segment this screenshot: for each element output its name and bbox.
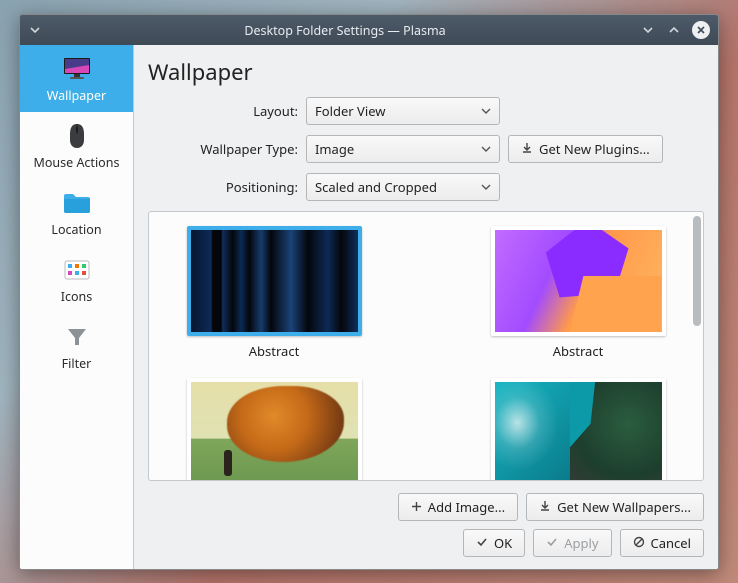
layout-label: Layout: — [148, 102, 298, 120]
wallpaper-item[interactable] — [167, 378, 381, 480]
chevron-down-icon — [481, 102, 491, 120]
wallpaper-thumbnail — [491, 378, 666, 480]
sidebar: Wallpaper Mouse Actions — [20, 45, 134, 569]
wallpaper-thumbnail — [491, 226, 666, 336]
wallpaper-caption: Abstract — [249, 342, 300, 360]
minimize-button[interactable] — [640, 22, 656, 38]
window-body: Wallpaper Mouse Actions — [20, 45, 718, 569]
window-buttons — [640, 21, 710, 39]
add-image-label: Add Image... — [428, 498, 505, 516]
positioning-label: Positioning: — [148, 178, 298, 196]
sidebar-item-filter[interactable]: Filter — [20, 313, 133, 380]
monitor-icon — [59, 55, 95, 83]
get-new-plugins-button[interactable]: Get New Plugins... — [508, 135, 663, 163]
settings-window: Desktop Folder Settings — Plasma — [19, 14, 719, 570]
icons-icon — [59, 256, 95, 284]
window-title: Desktop Folder Settings — Plasma — [50, 22, 640, 39]
cancel-button[interactable]: Cancel — [620, 529, 704, 557]
cancel-label: Cancel — [651, 534, 691, 552]
wallpaper-thumbnail — [187, 378, 362, 480]
wallpaper-item[interactable]: Abstract — [167, 226, 381, 360]
get-new-plugins-label: Get New Plugins... — [539, 140, 650, 158]
sidebar-item-label: Mouse Actions — [34, 154, 120, 171]
wallpaper-type-combo[interactable]: Image — [306, 135, 500, 163]
wallpaper-item[interactable] — [471, 378, 685, 480]
layout-value: Folder View — [315, 102, 386, 120]
sidebar-item-label: Wallpaper — [47, 87, 106, 104]
chevron-down-icon — [481, 178, 491, 196]
mouse-icon — [59, 122, 95, 150]
wallpaper-type-value: Image — [315, 140, 354, 158]
app-icon — [26, 21, 44, 39]
titlebar: Desktop Folder Settings — Plasma — [20, 15, 718, 45]
download-icon — [539, 498, 551, 516]
check-icon — [476, 534, 488, 552]
settings-form: Layout: Folder View Wallpaper Type: Imag… — [134, 97, 718, 211]
page-title: Wallpaper — [134, 45, 718, 97]
positioning-value: Scaled and Cropped — [315, 178, 437, 196]
sidebar-item-mouse-actions[interactable]: Mouse Actions — [20, 112, 133, 179]
apply-button: Apply — [533, 529, 611, 557]
scrollbar-thumb[interactable] — [693, 216, 701, 326]
close-button[interactable] — [692, 21, 710, 39]
folder-icon — [59, 189, 95, 217]
funnel-icon — [59, 323, 95, 351]
download-icon — [521, 140, 533, 158]
dialog-buttons: OK Apply Cancel — [134, 525, 718, 569]
maximize-button[interactable] — [666, 22, 682, 38]
cancel-icon — [633, 534, 645, 552]
wallpaper-type-label: Wallpaper Type: — [148, 140, 298, 158]
layout-combo[interactable]: Folder View — [306, 97, 500, 125]
ok-label: OK — [494, 534, 512, 552]
check-icon — [546, 534, 558, 552]
sidebar-item-label: Filter — [62, 355, 92, 372]
wallpaper-gallery: Abstract Abstract — [148, 211, 704, 481]
sidebar-item-wallpaper[interactable]: Wallpaper — [20, 45, 133, 112]
add-image-button[interactable]: Add Image... — [398, 493, 518, 521]
sidebar-item-location[interactable]: Location — [20, 179, 133, 246]
get-new-wallpapers-button[interactable]: Get New Wallpapers... — [526, 493, 704, 521]
wallpaper-thumbnail — [187, 226, 362, 336]
plus-icon — [411, 498, 422, 516]
gallery-buttons: Add Image... Get New Wallpapers... — [134, 489, 718, 525]
sidebar-item-label: Icons — [61, 288, 93, 305]
apply-label: Apply — [564, 534, 598, 552]
positioning-combo[interactable]: Scaled and Cropped — [306, 173, 500, 201]
ok-button[interactable]: OK — [463, 529, 525, 557]
sidebar-item-icons[interactable]: Icons — [20, 246, 133, 313]
wallpaper-caption: Abstract — [553, 342, 604, 360]
main-panel: Wallpaper Layout: Folder View Wallpaper … — [134, 45, 718, 569]
get-new-wallpapers-label: Get New Wallpapers... — [557, 498, 691, 516]
sidebar-item-label: Location — [51, 221, 101, 238]
scrollbar[interactable] — [693, 216, 701, 476]
gallery-grid: Abstract Abstract — [149, 212, 703, 480]
chevron-down-icon — [481, 140, 491, 158]
wallpaper-item[interactable]: Abstract — [471, 226, 685, 360]
